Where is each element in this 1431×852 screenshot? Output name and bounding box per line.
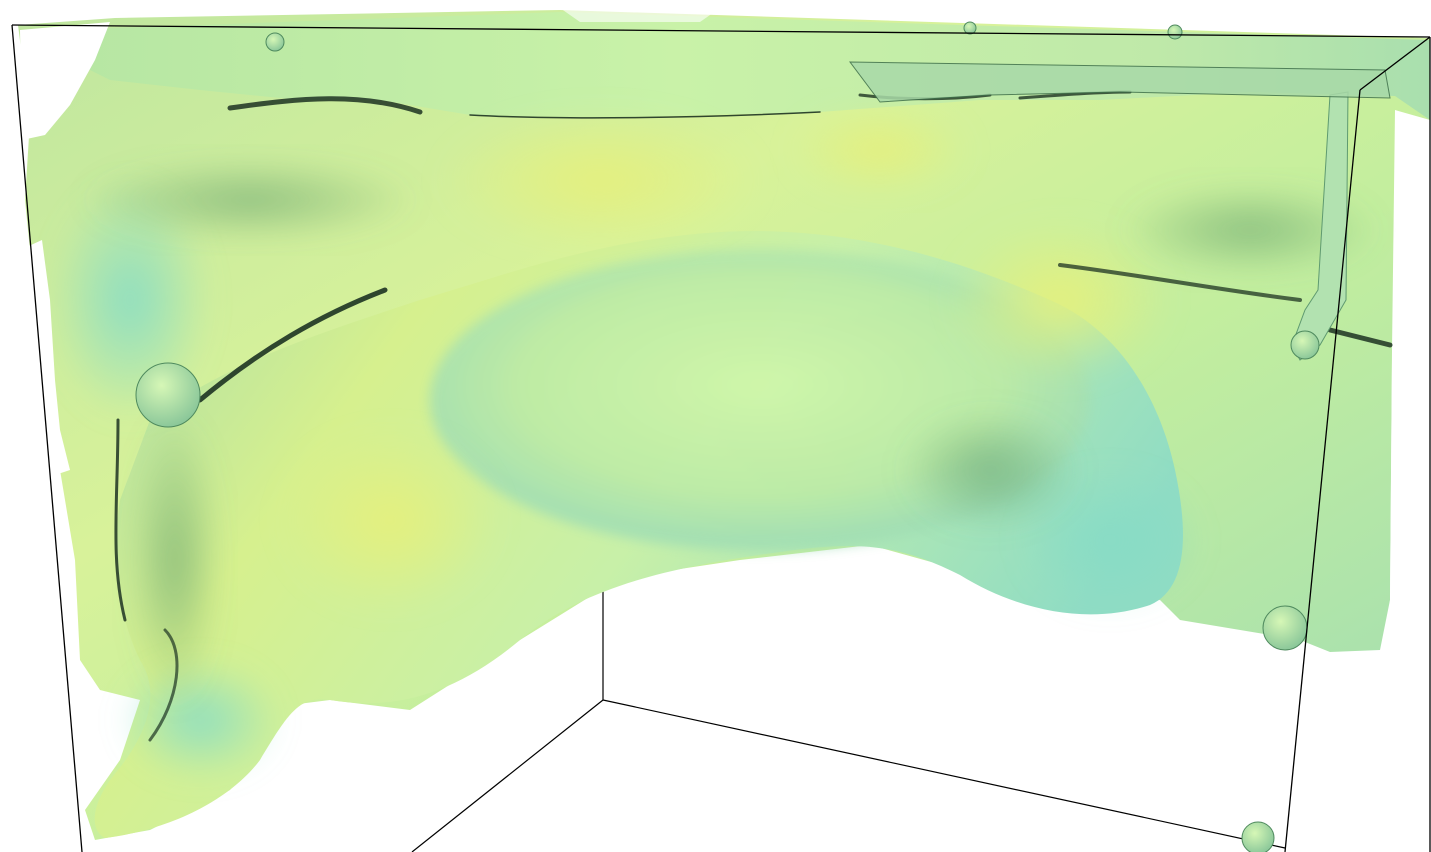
render-viewport — [0, 0, 1431, 852]
yellow-highlight-center — [440, 110, 760, 250]
droplet — [265, 32, 285, 52]
droplet — [1262, 605, 1308, 651]
shade-fold-upper-left — [80, 160, 420, 240]
droplet — [135, 362, 201, 428]
droplet — [1241, 821, 1275, 852]
shade-under-lobe — [900, 410, 1080, 530]
droplet — [1290, 330, 1320, 360]
droplet — [963, 21, 977, 35]
shade-left-column — [130, 410, 220, 710]
droplet — [1167, 24, 1183, 40]
yellow-highlight-top-right — [790, 105, 970, 195]
yellow-highlight-left — [280, 430, 500, 610]
